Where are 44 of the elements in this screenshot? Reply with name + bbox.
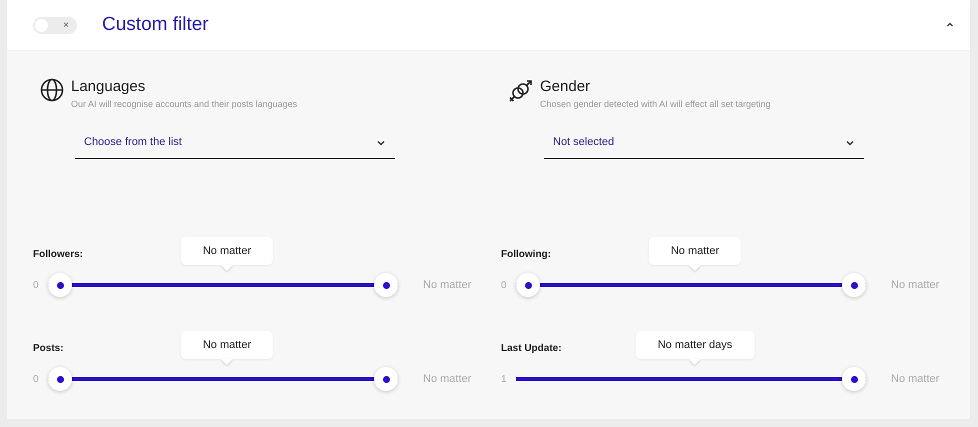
chevron-up-icon[interactable] — [946, 21, 954, 29]
max-value: No matter — [891, 278, 940, 293]
dropdown-select[interactable]: Choose from the list — [75, 127, 395, 159]
section-subtitle: Chosen gender detected with AI will effect all set targeting — [540, 98, 770, 111]
section-title: Gender — [540, 77, 592, 97]
max-value: No matter — [891, 372, 940, 387]
slider-thumb[interactable] — [374, 367, 398, 391]
max-value: No matter — [423, 278, 472, 293]
max-value: No matter — [423, 372, 472, 387]
min-value: 0 — [501, 278, 508, 292]
gender-symbols-icon — [508, 78, 534, 104]
slider-thumb[interactable] — [48, 273, 72, 297]
slider-label: Posts: — [33, 342, 64, 356]
filter-header[interactable]: × Custom filter — [7, 0, 970, 50]
tooltip-pointer — [689, 359, 701, 365]
slider-thumb[interactable] — [842, 367, 866, 391]
slider-thumb[interactable] — [516, 273, 540, 297]
toggle-mark: × — [63, 18, 70, 32]
slider-thumb[interactable] — [374, 273, 398, 297]
section-title: Languages — [71, 77, 146, 97]
section-subtitle: Our AI will recognise accounts and their posts languages — [71, 98, 298, 111]
tooltip-pointer — [221, 265, 233, 271]
globe-icon — [40, 78, 64, 102]
dropdown-select[interactable]: Not selected — [544, 127, 864, 159]
toggle-switch[interactable]: × — [33, 16, 77, 34]
slider-label: Followers: — [33, 248, 84, 262]
range-slider[interactable] — [48, 367, 398, 391]
value-tooltip: No matter — [648, 237, 742, 265]
value-tooltip: No matter days — [636, 331, 754, 359]
min-value: 0 — [33, 278, 40, 292]
filter-title: Custom filter — [102, 12, 209, 37]
tooltip-pointer — [689, 265, 701, 271]
range-slider[interactable] — [48, 273, 398, 297]
min-value: 0 — [33, 372, 40, 386]
slider-thumb[interactable] — [48, 367, 72, 391]
range-slider[interactable] — [516, 367, 866, 391]
range-slider[interactable] — [516, 273, 866, 297]
min-value: 1 — [501, 372, 508, 386]
slider-label: Last Update: — [501, 342, 562, 356]
value-tooltip: No matter — [180, 331, 274, 359]
value-tooltip: No matter — [180, 237, 274, 265]
tooltip-pointer — [221, 359, 233, 365]
slider-thumb[interactable] — [842, 273, 866, 297]
slider-label: Following: — [501, 248, 551, 262]
